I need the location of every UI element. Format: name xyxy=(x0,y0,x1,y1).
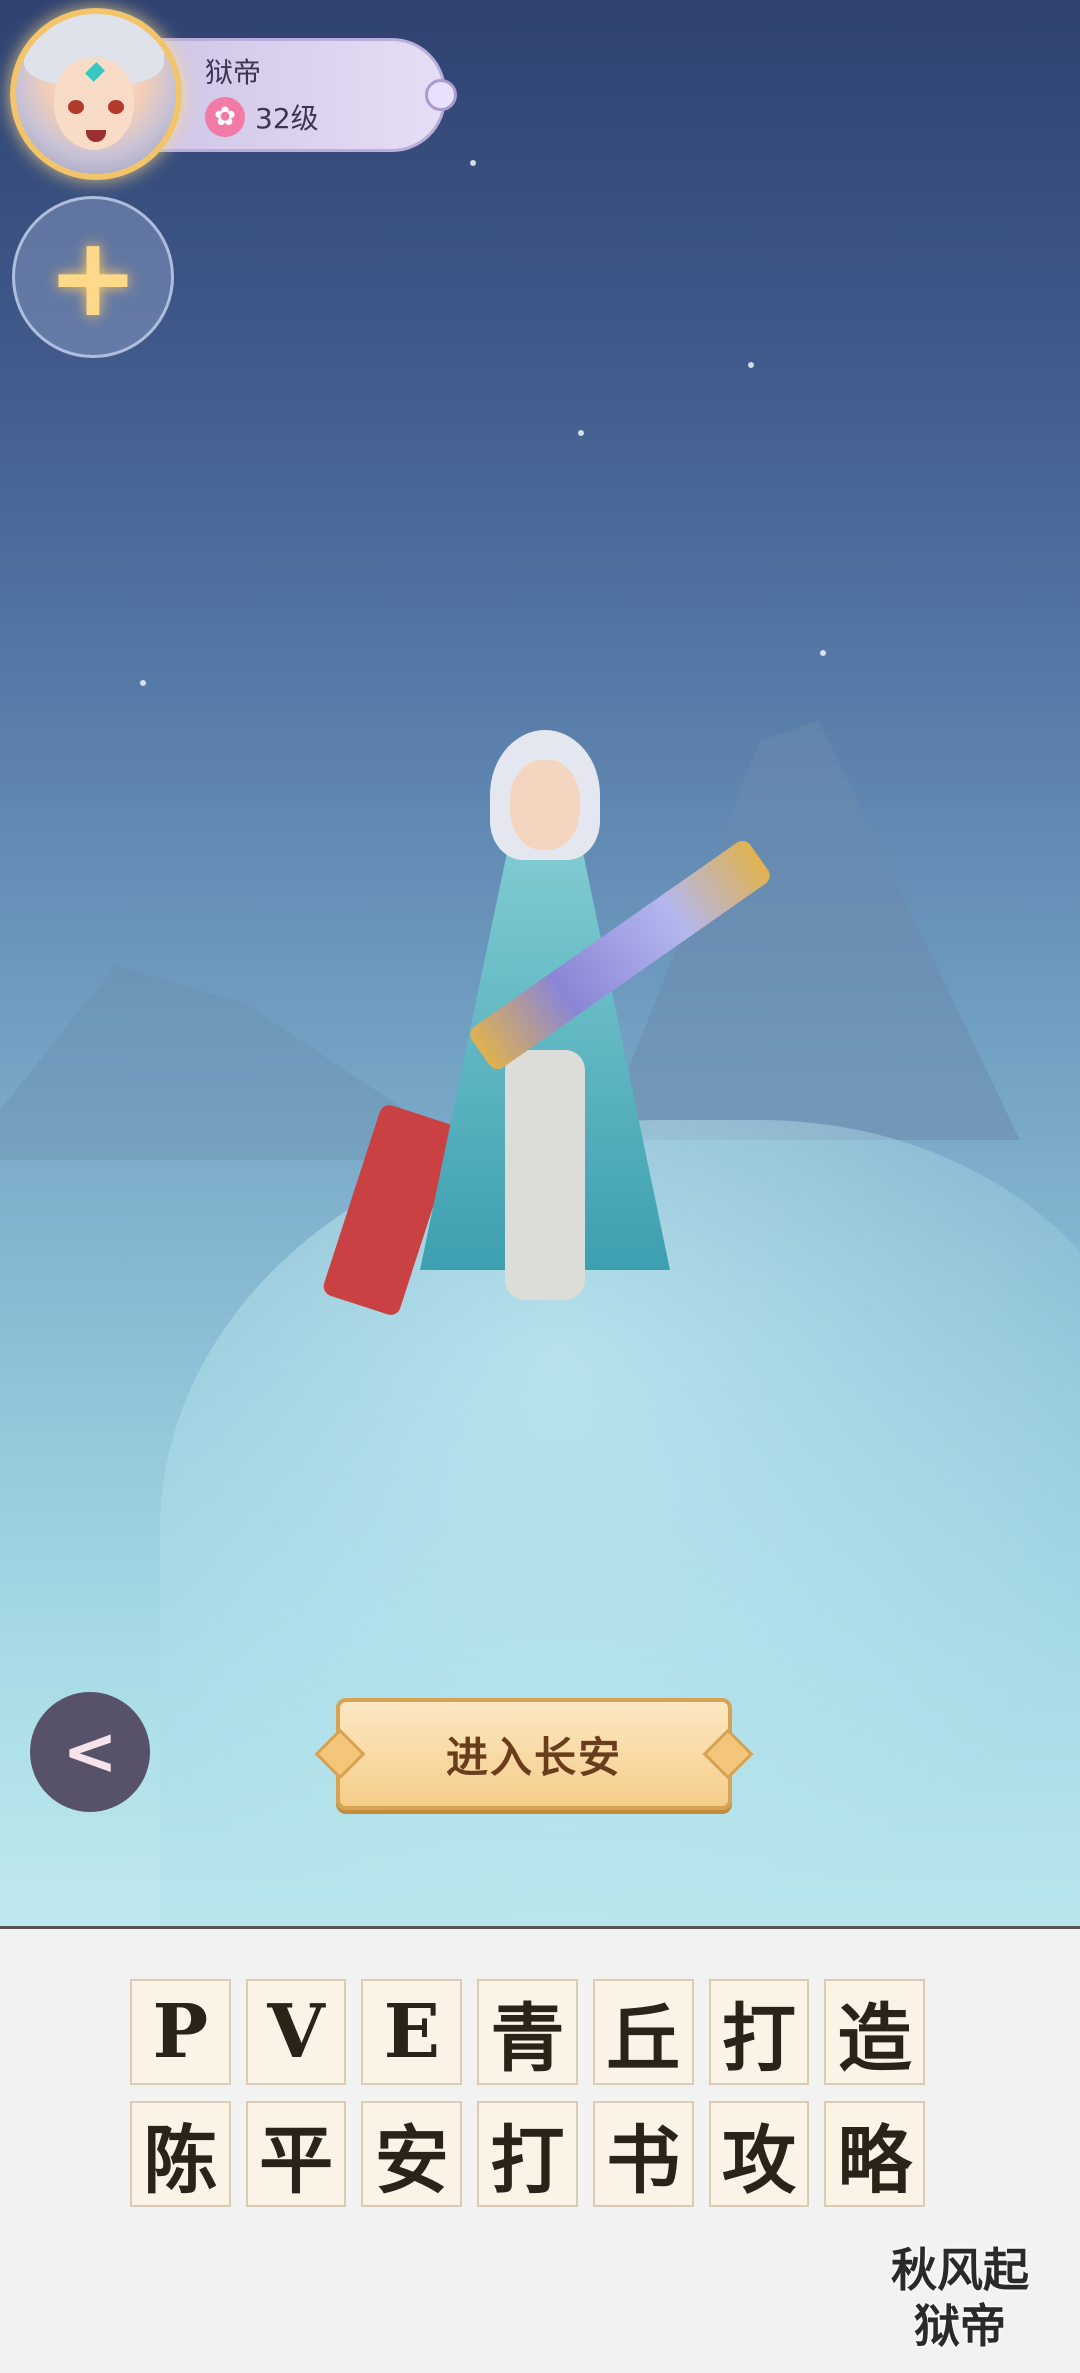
star xyxy=(748,362,754,368)
game-scene: 狱帝 ✿ 32级 + < 进入长安 xyxy=(0,0,1080,1926)
author-credit: 秋风起 狱帝 xyxy=(860,2242,1060,2354)
character-pants xyxy=(505,1050,585,1300)
star xyxy=(578,430,584,436)
title-tile: 青 xyxy=(477,1979,578,2085)
title-tile: 略 xyxy=(824,2101,926,2207)
star xyxy=(470,160,476,166)
character-face xyxy=(510,760,580,850)
plus-icon: + xyxy=(46,213,140,341)
title-tile: 攻 xyxy=(708,2101,810,2207)
enter-label: 进入长安 xyxy=(445,1732,622,1782)
credit-line: 秋风起 xyxy=(891,2243,1029,2297)
title-tile: 安 xyxy=(361,2101,463,2207)
title-tile: P xyxy=(130,1979,231,2085)
credit-line: 狱帝 xyxy=(914,2299,1006,2354)
title-tile: 打 xyxy=(477,2101,578,2207)
avatar-eye xyxy=(108,100,124,114)
back-arrow-icon: < xyxy=(62,1713,118,1790)
flower-icon: ✿ xyxy=(205,97,245,137)
avatar[interactable] xyxy=(10,8,182,180)
plate-knob xyxy=(425,79,457,111)
title-tile: 陈 xyxy=(130,2101,231,2207)
name-plate: 狱帝 ✿ 32级 xyxy=(150,38,457,152)
back-button[interactable]: < xyxy=(30,1692,150,1812)
title-tile: 书 xyxy=(592,2101,694,2207)
title-tile: V xyxy=(245,1979,347,2085)
player-character[interactable] xyxy=(321,690,820,1340)
title-tile: 平 xyxy=(245,2101,347,2207)
title-tile: 打 xyxy=(708,1979,810,2085)
title-tile: 丘 xyxy=(592,1979,694,2085)
add-character-button[interactable]: + xyxy=(12,196,174,358)
title-grid: P V E 青 丘 打 造 陈 平 安 打 书 攻 略 xyxy=(130,1979,940,2223)
star xyxy=(140,680,146,686)
star xyxy=(820,650,826,656)
avatar-eye xyxy=(68,100,84,114)
enter-changan-button[interactable]: 进入长安 xyxy=(314,1698,754,1810)
title-row-2: 陈 平 安 打 书 攻 略 xyxy=(130,2101,940,2207)
level-row: ✿ 32级 xyxy=(205,97,319,137)
player-level: 32级 xyxy=(255,102,319,135)
player-name: 狱帝 xyxy=(205,56,262,89)
title-tile: 造 xyxy=(824,1979,926,2085)
title-row-1: P V E 青 丘 打 造 xyxy=(130,1979,940,2085)
title-tile: E xyxy=(361,1979,463,2085)
